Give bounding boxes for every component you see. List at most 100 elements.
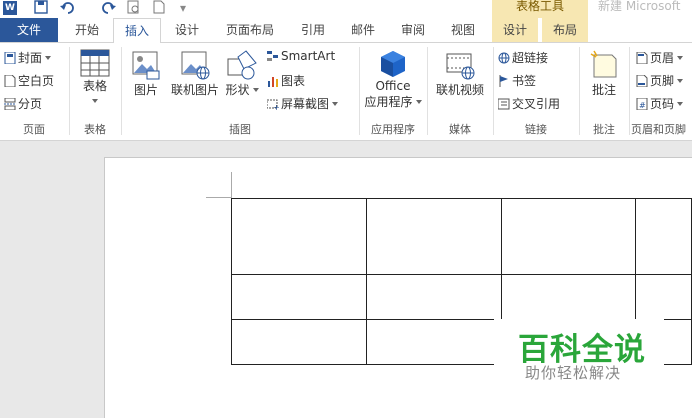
table-cell[interactable]: [231, 319, 367, 365]
online-video-label: 联机视频: [435, 83, 484, 97]
smartart-button[interactable]: SmartArt: [267, 49, 335, 63]
table-cell[interactable]: [635, 198, 692, 275]
page-number-label: 页码: [650, 97, 675, 111]
table-icon: [80, 49, 110, 77]
cover-page-label: 封面: [18, 51, 43, 65]
print-preview-icon[interactable]: [127, 0, 141, 18]
table-cell[interactable]: [365, 274, 502, 320]
online-picture-button[interactable]: 联机图片: [168, 49, 222, 98]
group-header-footer-label: 页眉和页脚: [631, 123, 686, 136]
comment-label: 批注: [591, 83, 616, 97]
page-break-button[interactable]: 分页: [4, 95, 42, 112]
office-apps-button[interactable]: Office 应用程序: [362, 49, 424, 110]
footer-icon: [636, 75, 648, 87]
office-store-icon: [381, 51, 405, 77]
picture-label: 图片: [133, 83, 158, 97]
table-cell[interactable]: [231, 198, 367, 275]
tab-review[interactable]: 审阅: [390, 18, 436, 42]
cover-page-button[interactable]: 封面: [4, 49, 52, 66]
chart-button[interactable]: 图表: [267, 72, 305, 89]
tab-design[interactable]: 设计: [164, 18, 210, 42]
page-break-label: 分页: [18, 97, 43, 111]
screenshot-icon: +: [267, 99, 279, 110]
table-label: 表格: [82, 79, 107, 93]
cross-reference-button[interactable]: 交叉引用: [498, 95, 560, 112]
table-cell[interactable]: [365, 319, 502, 365]
group-links-label: 链接: [525, 123, 547, 136]
customize-qat-icon[interactable]: ▾: [180, 0, 186, 16]
cover-page-icon: [4, 52, 16, 64]
footer-button[interactable]: 页脚: [636, 72, 684, 89]
hyperlink-icon: [498, 52, 510, 64]
margin-corner-mark: [206, 197, 232, 198]
new-document-icon[interactable]: [153, 0, 165, 18]
hyperlink-button[interactable]: 超链接: [498, 49, 548, 66]
hyperlink-label: 超链接: [512, 51, 549, 65]
tab-home[interactable]: 开始: [64, 18, 110, 42]
online-picture-label: 联机图片: [170, 83, 219, 97]
bookmark-label: 书签: [512, 74, 537, 88]
tab-table-design[interactable]: 设计: [492, 18, 538, 42]
bookmark-flag-icon: [499, 75, 508, 87]
chart-label: 图表: [281, 74, 306, 88]
header-button[interactable]: 页眉: [636, 49, 684, 66]
ribbon-insert: 封面 空白页 分页 页面 表格 表格 图片 联机图片 形状 SmartArt 图…: [0, 43, 692, 141]
ribbon-tabs: 文件 开始 插入 设计 页面布局 引用 邮件 审阅 视图 设计 布局: [0, 18, 692, 44]
table-tools-title: 表格工具: [515, 0, 564, 13]
header-icon: [636, 52, 648, 64]
comment-button[interactable]: 批注: [584, 49, 624, 98]
table-row: [231, 274, 692, 320]
svg-text:+: +: [273, 103, 279, 110]
comment-icon: [590, 50, 617, 78]
table-button[interactable]: 表格: [74, 49, 116, 108]
watermark-subtitle: 助你轻松解决: [525, 364, 622, 382]
table-cell[interactable]: [500, 274, 637, 320]
picture-icon: [132, 51, 160, 80]
page-number-icon: #: [636, 98, 648, 110]
page-number-button[interactable]: # 页码: [636, 95, 684, 112]
picture-button[interactable]: 图片: [126, 49, 166, 98]
redo-icon[interactable]: [100, 0, 116, 18]
group-comments-label: 批注: [593, 123, 615, 136]
tab-references[interactable]: 引用: [290, 18, 336, 42]
group-tables-label: 表格: [84, 123, 106, 136]
group-media-label: 媒体: [449, 123, 471, 136]
bookmark-button[interactable]: 书签: [498, 72, 536, 89]
undo-icon[interactable]: [60, 0, 76, 18]
shapes-label: 形状: [224, 81, 260, 98]
group-apps-label: 应用程序: [371, 123, 415, 136]
cross-reference-icon: [498, 98, 510, 110]
table-cell[interactable]: [365, 198, 502, 275]
svg-text:#: #: [639, 101, 646, 110]
tab-page-layout[interactable]: 页面布局: [218, 18, 282, 42]
online-picture-icon: [181, 51, 210, 80]
tab-mailings[interactable]: 邮件: [340, 18, 386, 42]
table-row: [231, 198, 692, 275]
smartart-icon: [267, 51, 278, 61]
shapes-button[interactable]: 形状: [224, 49, 260, 98]
footer-label: 页脚: [650, 74, 675, 88]
group-divider: [629, 47, 630, 135]
group-illustrations-label: 插图: [229, 123, 251, 136]
blank-page-button[interactable]: 空白页: [4, 72, 54, 89]
tab-view[interactable]: 视图: [440, 18, 486, 42]
tab-file[interactable]: 文件: [0, 18, 58, 42]
office-apps-label-line1: Office: [375, 79, 411, 93]
blank-page-label: 空白页: [18, 74, 55, 88]
table-cell[interactable]: [231, 274, 367, 320]
online-video-button[interactable]: 联机视频: [431, 49, 489, 98]
header-label: 页眉: [650, 51, 675, 65]
margin-corner-mark: [231, 172, 232, 198]
screenshot-button[interactable]: + 屏幕截图: [267, 95, 339, 112]
chart-icon: [268, 77, 278, 87]
table-cell[interactable]: [635, 274, 692, 320]
document-title: 新建 Microsoft: [598, 0, 681, 13]
tab-table-layout[interactable]: 布局: [542, 18, 588, 42]
smartart-label: SmartArt: [281, 49, 336, 63]
online-video-icon: [446, 53, 475, 80]
table-cell[interactable]: [500, 198, 637, 275]
tab-insert[interactable]: 插入: [113, 18, 161, 44]
shapes-icon: [227, 50, 257, 80]
blank-page-icon: [4, 75, 16, 87]
save-icon[interactable]: [34, 0, 48, 18]
